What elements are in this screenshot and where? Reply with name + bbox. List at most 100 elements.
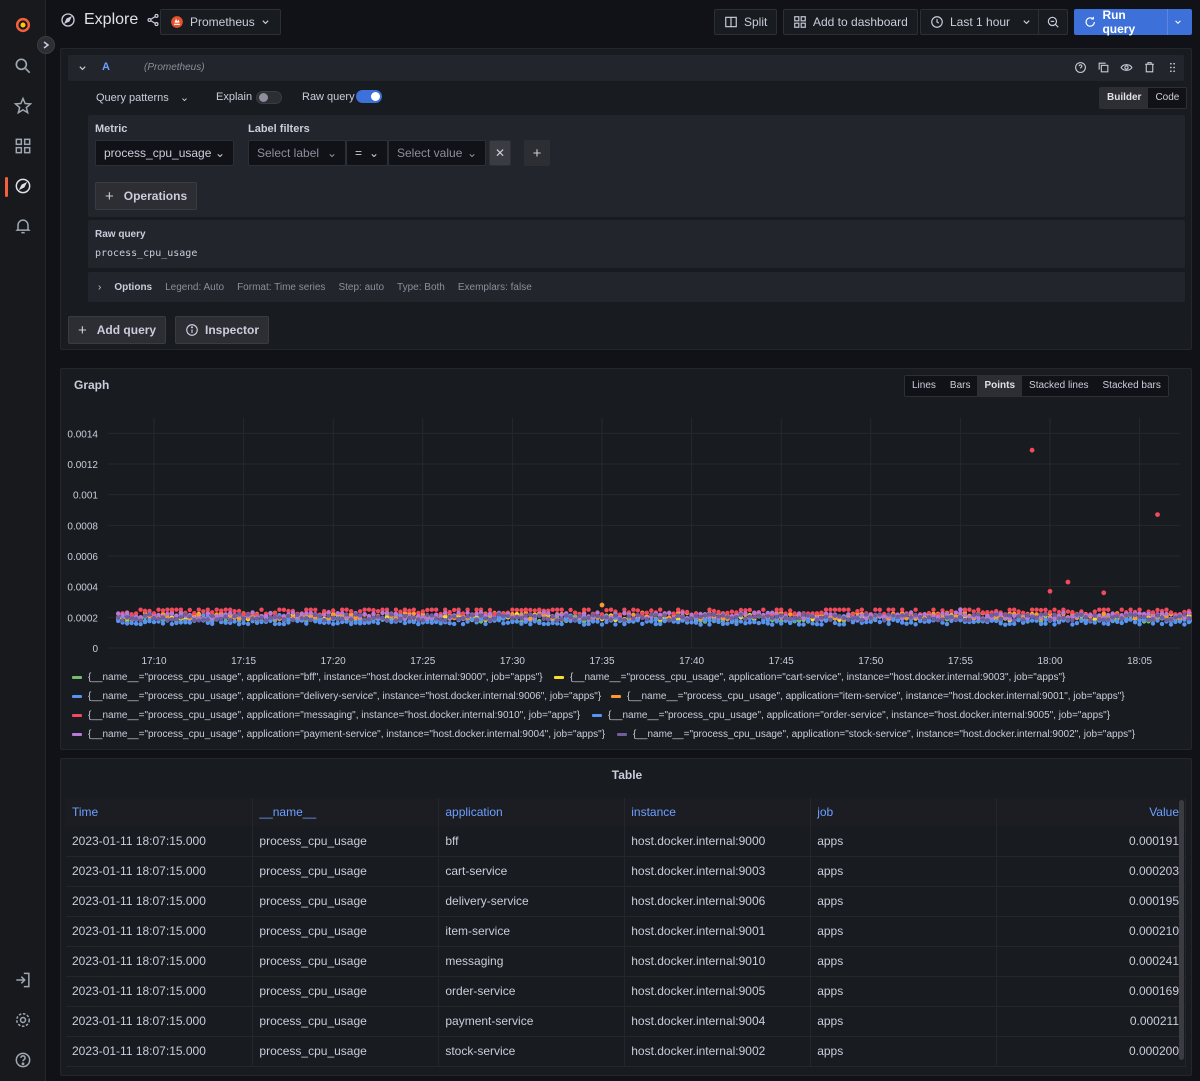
table-header-row: Time __name__ application instance job V…	[66, 798, 1186, 826]
view-lines[interactable]: Lines	[905, 376, 943, 396]
data-point	[299, 616, 304, 621]
data-point	[169, 621, 175, 627]
search-icon[interactable]	[0, 51, 46, 81]
mode-code[interactable]: Code	[1148, 88, 1186, 108]
data-point	[523, 607, 528, 612]
trash-icon[interactable]	[1143, 61, 1156, 74]
data-point	[214, 607, 219, 612]
graph-chart[interactable]: 0 0.0002 0.0004 0.0006 0.0008 0.001 0.0012 0.00…	[60, 400, 1192, 672]
column-header-name[interactable]: __name__	[252, 798, 440, 826]
metric-select[interactable]: process_cpu_usage ⌄	[95, 140, 234, 166]
drag-handle-icon[interactable]	[1166, 61, 1179, 74]
eye-icon[interactable]	[1120, 61, 1133, 74]
data-point	[272, 614, 278, 620]
add-query-button[interactable]: + Add query	[68, 316, 167, 344]
mode-builder[interactable]: Builder	[1100, 88, 1149, 108]
sidebar-expand-button[interactable]	[37, 36, 55, 54]
datasource-picker[interactable]: Prometheus	[160, 9, 281, 35]
chevron-down-icon[interactable]	[1174, 18, 1182, 27]
legend-item[interactable]: {__name__="process_cpu_usage", applicati…	[72, 691, 611, 702]
split-button[interactable]: Split	[714, 9, 778, 35]
data-point	[483, 616, 488, 621]
data-point	[1038, 612, 1044, 617]
gear-icon[interactable]	[0, 1005, 46, 1035]
data-point	[765, 621, 770, 626]
zoom-out-button[interactable]	[1038, 9, 1068, 35]
grafana-logo-icon[interactable]	[0, 10, 46, 40]
column-header-instance[interactable]: instance	[624, 798, 812, 826]
option-legend: Legend: Auto	[165, 281, 225, 293]
data-point	[340, 616, 345, 621]
data-point	[295, 612, 300, 617]
inspector-button[interactable]: Inspector	[175, 316, 270, 344]
legend-item[interactable]: {__name__="process_cpu_usage", applicati…	[554, 672, 1065, 683]
time-range-picker[interactable]: Last 1 hour	[920, 9, 1042, 35]
legend-item[interactable]: {__name__="process_cpu_usage", applicati…	[592, 710, 1110, 721]
legend-item[interactable]: {__name__="process_cpu_usage", applicati…	[72, 672, 554, 683]
view-stacked-lines[interactable]: Stacked lines	[1022, 376, 1095, 396]
chevron-down-icon: ⌄	[368, 146, 379, 160]
data-point	[183, 612, 188, 617]
data-point	[272, 611, 278, 616]
data-point	[917, 618, 923, 624]
view-points[interactable]: Points	[977, 376, 1023, 396]
data-point	[219, 608, 224, 613]
dashboards-icon[interactable]	[0, 131, 46, 161]
help-icon[interactable]	[0, 1045, 46, 1075]
legend-item[interactable]: {__name__="process_cpu_usage", applicati…	[617, 729, 1135, 740]
remove-filter-button[interactable]: ✕	[489, 140, 511, 166]
data-point	[196, 618, 201, 623]
column-header-application[interactable]: application	[438, 798, 626, 826]
add-to-dashboard-button[interactable]: Add to dashboard	[783, 9, 918, 35]
chevron-down-icon[interactable]	[78, 64, 87, 73]
data-point	[1016, 609, 1021, 614]
share-icon[interactable]	[146, 13, 160, 27]
data-point	[653, 612, 658, 618]
data-point	[743, 621, 748, 626]
data-point	[250, 610, 255, 615]
column-header-time[interactable]: Time	[66, 798, 254, 826]
data-point	[528, 622, 533, 627]
legend-item[interactable]: {__name__="process_cpu_usage", applicati…	[72, 710, 592, 721]
column-header-job[interactable]: job	[810, 798, 998, 826]
select-label-dropdown[interactable]: Select label ⌄	[248, 140, 346, 166]
operator-select[interactable]: = ⌄	[346, 140, 388, 166]
raw-query-toggle[interactable]	[356, 90, 382, 103]
sign-in-icon[interactable]	[0, 965, 46, 995]
data-point	[1079, 618, 1084, 623]
help-icon[interactable]	[1074, 61, 1087, 74]
data-point	[698, 622, 703, 627]
data-point	[254, 620, 260, 625]
data-point	[994, 612, 999, 617]
data-point	[322, 612, 327, 618]
add-filter-button[interactable]: +	[524, 140, 550, 166]
legend-item[interactable]: {__name__="process_cpu_usage", applicati…	[611, 691, 1125, 702]
legend-item[interactable]: {__name__="process_cpu_usage", applicati…	[72, 729, 617, 740]
data-point	[1132, 612, 1138, 618]
query-ref-id[interactable]: A	[102, 61, 110, 73]
query-options-row[interactable]: › Options Legend: Auto Format: Time seri…	[88, 272, 1185, 302]
data-point	[326, 613, 331, 619]
view-bars[interactable]: Bars	[943, 376, 978, 396]
data-point	[958, 615, 963, 620]
select-value-dropdown[interactable]: Select value ⌄	[388, 140, 486, 166]
data-point	[819, 610, 824, 615]
data-point	[541, 610, 546, 615]
table-scrollbar[interactable]	[1179, 800, 1184, 1060]
query-patterns-dropdown[interactable]: Query patterns ⌄	[96, 91, 189, 104]
data-point	[331, 615, 336, 621]
alert-bell-icon[interactable]	[0, 211, 46, 241]
duplicate-icon[interactable]	[1097, 61, 1110, 74]
data-point	[734, 615, 739, 620]
view-stacked-bars[interactable]: Stacked bars	[1096, 376, 1168, 396]
run-query-button[interactable]: Run query	[1074, 8, 1192, 36]
explain-toggle[interactable]	[256, 91, 282, 104]
column-header-value[interactable]: Value	[996, 798, 1186, 826]
data-point	[649, 612, 654, 617]
data-point	[389, 612, 394, 617]
operations-button[interactable]: + Operations	[95, 182, 198, 210]
table-cell: host.docker.internal:9000	[624, 826, 812, 857]
table-cell: process_cpu_usage	[252, 976, 440, 1007]
star-icon[interactable]	[0, 91, 46, 121]
explore-icon[interactable]	[0, 171, 46, 201]
